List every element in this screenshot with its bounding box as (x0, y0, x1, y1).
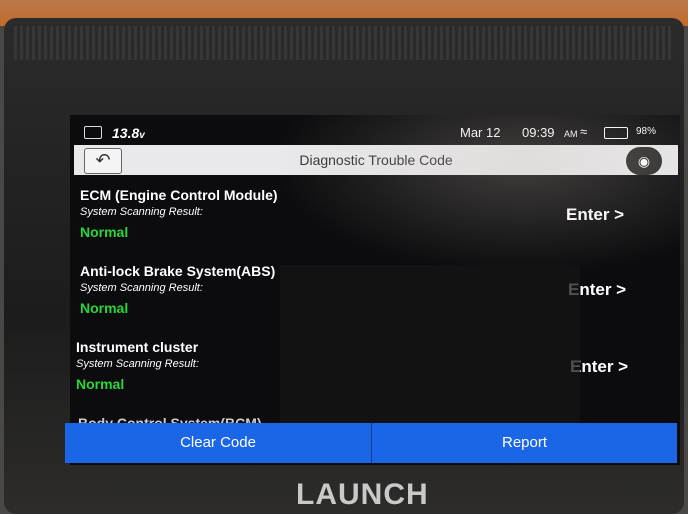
enter-button-instrument-cluster[interactable]: Enter > (570, 357, 628, 377)
scan-result-label: System Scanning Result: (76, 358, 199, 370)
screenshot-button[interactable]: ◉ (626, 147, 662, 175)
scan-status: Normal (76, 376, 125, 392)
page-title: Diagnostic Trouble Code (299, 152, 453, 168)
battery-percent: 98% (636, 126, 657, 137)
action-bar: Clear Code Report (65, 423, 677, 463)
status-date: Mar 12 (460, 125, 501, 140)
report-button[interactable]: Report (372, 423, 677, 463)
system-item-abs: Anti-lock Brake System(ABS) System Scann… (80, 263, 275, 316)
system-item-ecm: ECM (Engine Control Module) System Scann… (80, 187, 278, 240)
enter-button-ecm[interactable]: Enter > (566, 205, 624, 225)
system-name: Anti-lock Brake System(ABS) (80, 263, 276, 279)
system-name: Instrument cluster (76, 339, 199, 355)
scan-result-label: System Scanning Result: (80, 206, 203, 218)
scan-result-label: System Scanning Result: (80, 282, 203, 294)
system-item-instrument-cluster: Instrument cluster System Scanning Resul… (76, 339, 199, 392)
clear-code-button[interactable]: Clear Code (65, 423, 371, 463)
status-time: 09:39 (522, 125, 555, 140)
voltage-readout: 13.8v (112, 125, 145, 141)
camera-icon: ◉ (637, 153, 651, 169)
brand-logo: LAUNCH (296, 478, 429, 511)
screen: 13.8v Mar 12 09:39 AM ≈ 98% ↶ Diagnostic… (70, 115, 680, 465)
scan-status: Normal (80, 224, 129, 240)
status-bar: 13.8v Mar 12 09:39 AM ≈ 98% (70, 123, 680, 145)
battery-icon (604, 127, 628, 139)
system-name: ECM (Engine Control Module) (80, 187, 278, 203)
enter-button-abs[interactable]: Enter > (568, 280, 626, 300)
voltage-value: 13.8 (112, 125, 140, 141)
vehicle-battery-icon (84, 126, 102, 139)
wifi-icon: ≈ (580, 124, 588, 139)
bezel-grip (14, 26, 674, 60)
voltage-unit: v (139, 130, 145, 141)
status-ampm: AM (564, 129, 578, 139)
title-bar: ↶ Diagnostic Trouble Code ◉ (74, 145, 678, 175)
scan-status: Normal (80, 300, 129, 316)
